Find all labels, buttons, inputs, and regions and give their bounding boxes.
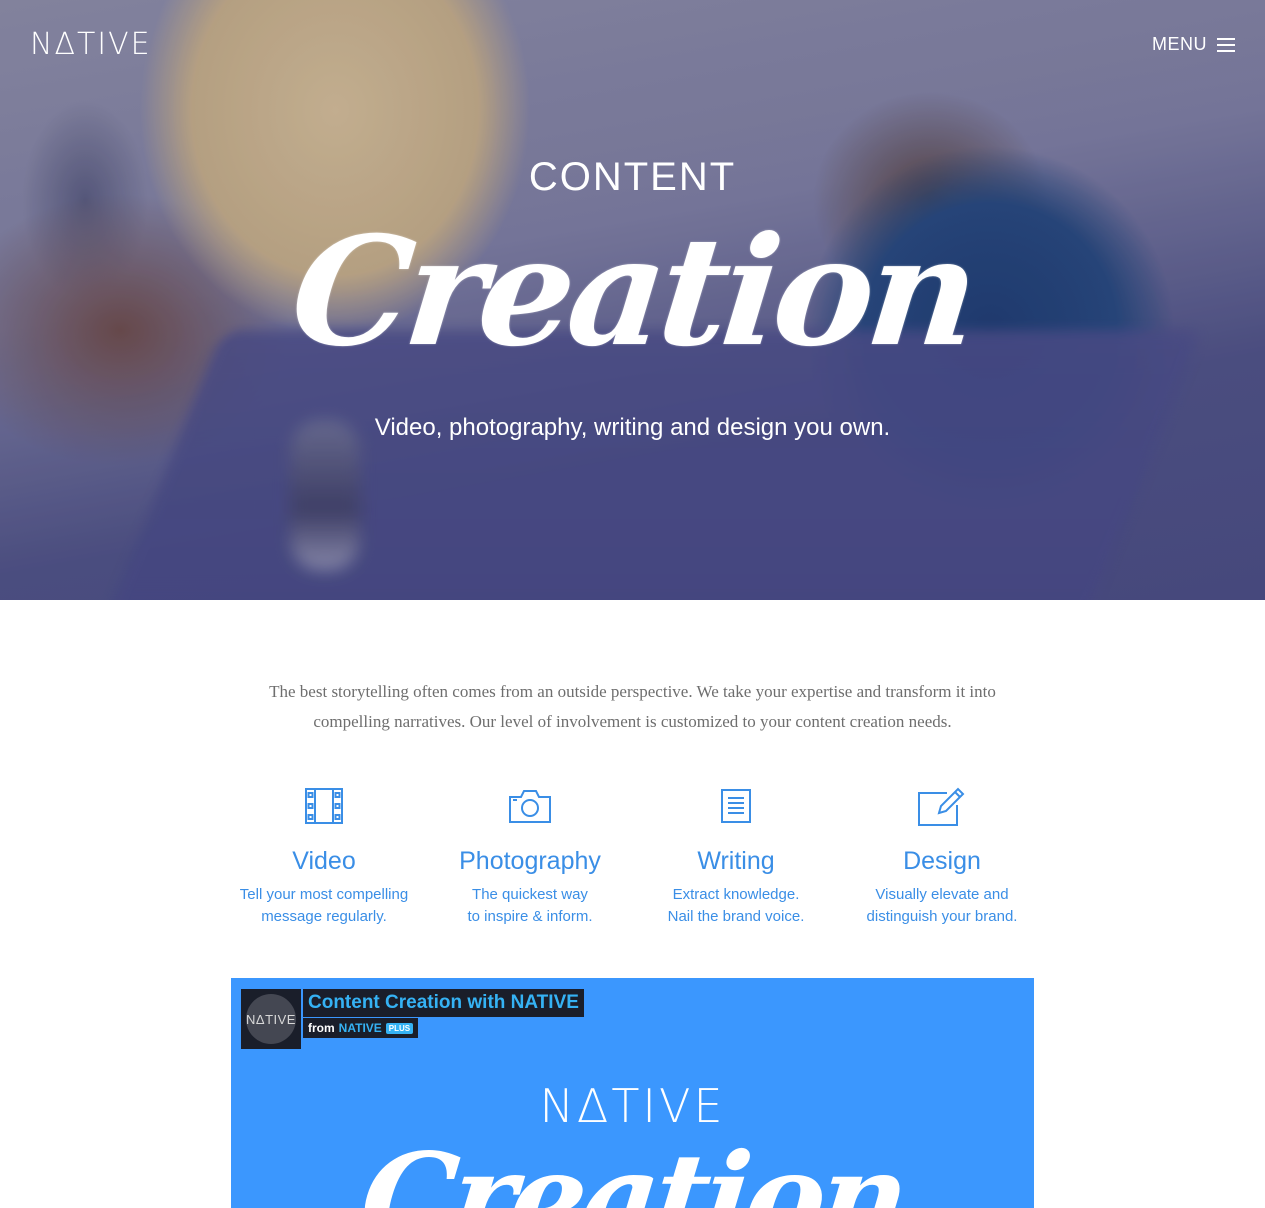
service-title: Photography bbox=[459, 847, 601, 875]
service-desc-line: Tell your most compelling bbox=[239, 886, 409, 903]
service-title: Writing bbox=[697, 847, 775, 875]
service-desc-line: Extract knowledge. bbox=[672, 886, 800, 903]
intro-paragraph: The best storytelling often comes from a… bbox=[269, 682, 996, 731]
service-desc-line: The quickest way bbox=[472, 886, 588, 903]
site-logo[interactable]: NΔTIVE bbox=[30, 28, 152, 62]
from-label: from bbox=[308, 1021, 335, 1035]
hamburger-icon bbox=[1217, 37, 1235, 52]
video-frame-logo: NΔTIVE bbox=[539, 1079, 726, 1133]
channel-avatar-logo: NΔTIVE bbox=[246, 994, 296, 1044]
service-title: Video bbox=[292, 847, 356, 875]
service-desc-line: Visually elevate and bbox=[875, 886, 1009, 903]
camera-icon bbox=[427, 778, 633, 834]
hero-section: NΔTIVE MENU CONTENT Creation Video, phot… bbox=[0, 0, 1265, 600]
channel-name-link[interactable]: NATIVE bbox=[339, 1020, 382, 1036]
service-description: Visually elevate and distinguish your br… bbox=[839, 884, 1045, 928]
video-embed[interactable]: NΔTIVE Content Creation with NATIVE from… bbox=[231, 978, 1034, 1208]
service-writing: Writing Extract knowledge. Nail the bran… bbox=[633, 778, 839, 928]
document-icon bbox=[633, 778, 839, 834]
edit-icon bbox=[839, 778, 1045, 834]
service-design: Design Visually elevate and distinguish … bbox=[839, 778, 1045, 928]
service-description: Tell your most compelling message regula… bbox=[221, 884, 427, 928]
film-icon bbox=[221, 778, 427, 834]
hero-subtitle: Video, photography, writing and design y… bbox=[374, 414, 891, 441]
service-description: The quickest way to inspire & inform. bbox=[427, 884, 633, 928]
menu-label: MENU bbox=[1152, 34, 1207, 54]
service-desc-line: distinguish your brand. bbox=[866, 908, 1018, 925]
service-video: Video Tell your most compelling message … bbox=[221, 778, 427, 928]
video-title-link[interactable]: Content Creation with NATIVE bbox=[303, 989, 584, 1017]
video-byline: from NATIVE PLUS bbox=[303, 1018, 419, 1038]
service-photography: Photography The quickest way to inspire … bbox=[427, 778, 633, 928]
service-description: Extract knowledge. Nail the brand voice. bbox=[633, 884, 839, 928]
service-desc-line: Nail the brand voice. bbox=[667, 908, 805, 925]
hero-script-title: Creation bbox=[284, 204, 981, 380]
menu-button[interactable]: MENU bbox=[1152, 34, 1235, 55]
video-frame-script: Creation bbox=[354, 1127, 911, 1208]
services-list: Video Tell your most compelling message … bbox=[221, 778, 1045, 928]
service-title: Design bbox=[903, 847, 981, 875]
plus-badge: PLUS bbox=[385, 1022, 414, 1034]
channel-avatar[interactable]: NΔTIVE bbox=[241, 989, 301, 1049]
service-desc-line: message regularly. bbox=[261, 908, 387, 925]
service-desc-line: to inspire & inform. bbox=[467, 908, 593, 925]
